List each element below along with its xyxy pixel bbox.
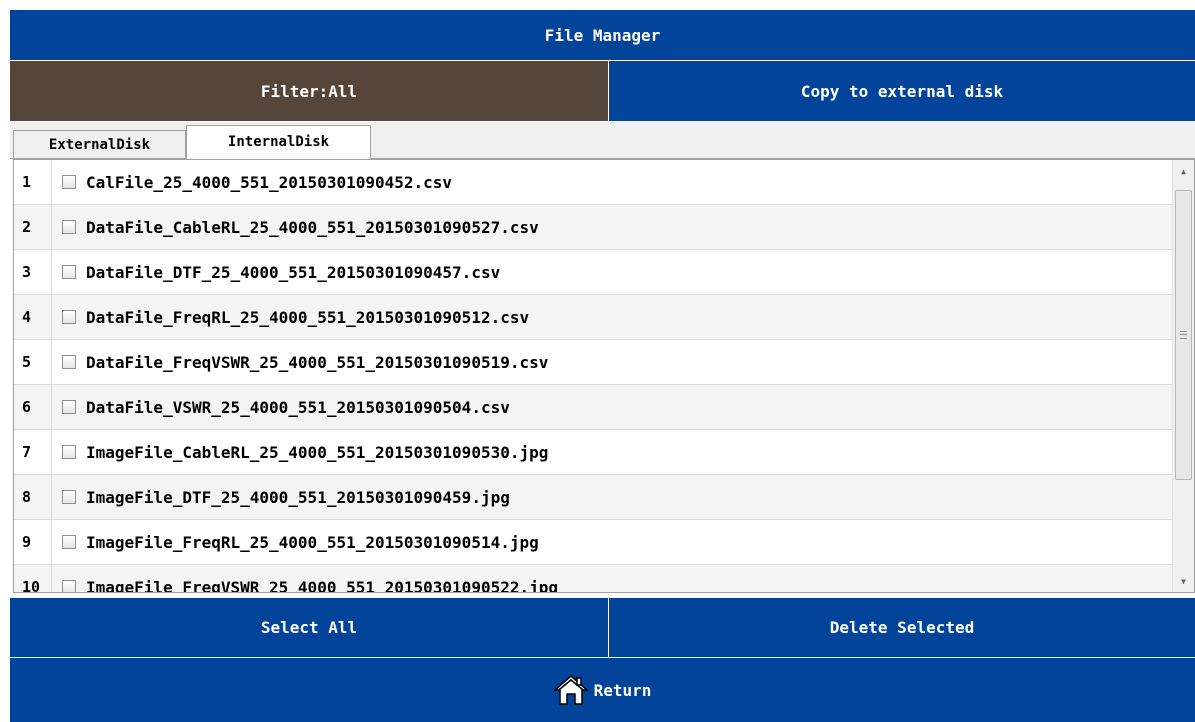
list-item[interactable]: 8 ImageFile_DTF_25_4000_551_2015030109045… [14, 475, 1172, 520]
row-index: 3 [14, 250, 52, 294]
return-button[interactable]: Return [10, 658, 1195, 722]
file-checkbox[interactable] [62, 355, 76, 369]
list-item[interactable]: 9 ImageFile_FreqRL_25_4000_551_2015030109… [14, 520, 1172, 565]
top-toolbar: Filter:All Copy to external disk [10, 61, 1195, 121]
file-checkbox[interactable] [62, 400, 76, 414]
home-icon [553, 673, 588, 707]
list-item[interactable]: 5 DataFile_FreqVSWR_25_4000_551_201503010… [14, 340, 1172, 385]
file-name: DataFile_DTF_25_4000_551_20150301090457.… [86, 262, 501, 282]
row-index: 6 [14, 385, 52, 429]
grip-icon [1180, 331, 1187, 339]
file-name: CalFile_25_4000_551_20150301090452.csv [86, 172, 453, 192]
file-checkbox[interactable] [62, 580, 76, 592]
page-title: File Manager [10, 10, 1195, 60]
select-all-button[interactable]: Select All [10, 598, 608, 657]
list-item[interactable]: 4 DataFile_FreqRL_25_4000_551_20150301090… [14, 295, 1172, 340]
row-index: 9 [14, 520, 52, 564]
file-name: DataFile_VSWR_25_4000_551_20150301090504… [86, 397, 510, 417]
list-item[interactable]: 3 DataFile_DTF_25_4000_551_20150301090457… [14, 250, 1172, 295]
file-checkbox[interactable] [62, 220, 76, 234]
filter-button[interactable]: Filter:All [10, 61, 608, 121]
disk-tabs: ExternalDisk InternalDisk [10, 122, 1195, 159]
file-list-rows: 1 CalFile_25_4000_551_20150301090452.csv 2… [14, 160, 1172, 593]
file-checkbox[interactable] [62, 310, 76, 324]
file-checkbox[interactable] [62, 535, 76, 549]
file-name: ImageFile_FreqVSWR_25_4000_551_201503010… [86, 577, 559, 593]
row-index: 8 [14, 475, 52, 519]
list-item[interactable]: 10 ImageFile_FreqVSWR_25_4000_551_2015030… [14, 565, 1172, 593]
list-item[interactable]: 6 DataFile_VSWR_25_4000_551_2015030109050… [14, 385, 1172, 430]
file-checkbox[interactable] [62, 265, 76, 279]
file-name: ImageFile_FreqRL_25_4000_551_20150301090… [86, 532, 539, 552]
tab-external-disk[interactable]: ExternalDisk [13, 130, 186, 159]
vertical-scrollbar[interactable]: ▲ ▼ [1172, 160, 1194, 592]
file-checkbox[interactable] [62, 175, 76, 189]
file-name: ImageFile_DTF_25_4000_551_20150301090459… [86, 487, 510, 507]
tab-internal-disk[interactable]: InternalDisk [186, 125, 371, 159]
scroll-thumb[interactable] [1175, 190, 1192, 480]
row-index: 7 [14, 430, 52, 474]
file-name: ImageFile_CableRL_25_4000_551_2015030109… [86, 442, 549, 462]
file-list: 1 CalFile_25_4000_551_20150301090452.csv 2… [13, 159, 1195, 593]
list-item[interactable]: 7 ImageFile_CableRL_25_4000_551_201503010… [14, 430, 1172, 475]
row-index: 4 [14, 295, 52, 339]
row-index: 2 [14, 205, 52, 249]
list-item[interactable]: 1 CalFile_25_4000_551_20150301090452.csv [14, 160, 1172, 205]
action-toolbar: Select All Delete Selected [10, 598, 1195, 657]
row-index: 5 [14, 340, 52, 384]
file-checkbox[interactable] [62, 445, 76, 459]
scroll-down-arrow-icon[interactable]: ▼ [1173, 570, 1194, 592]
row-index: 10 [14, 565, 52, 592]
list-item[interactable]: 2 DataFile_CableRL_25_4000_551_2015030109… [14, 205, 1172, 250]
file-name: DataFile_CableRL_25_4000_551_20150301090… [86, 217, 539, 237]
delete-selected-button[interactable]: Delete Selected [608, 598, 1195, 657]
return-label: Return [593, 680, 652, 700]
row-index: 1 [14, 160, 52, 204]
copy-to-external-button[interactable]: Copy to external disk [608, 61, 1195, 121]
file-name: DataFile_FreqVSWR_25_4000_551_2015030109… [86, 352, 549, 372]
scroll-up-arrow-icon[interactable]: ▲ [1173, 160, 1194, 182]
file-checkbox[interactable] [62, 490, 76, 504]
file-name: DataFile_FreqRL_25_4000_551_201503010905… [86, 307, 530, 327]
file-manager-screen: File Manager Filter:All Copy to external… [0, 0, 1195, 722]
